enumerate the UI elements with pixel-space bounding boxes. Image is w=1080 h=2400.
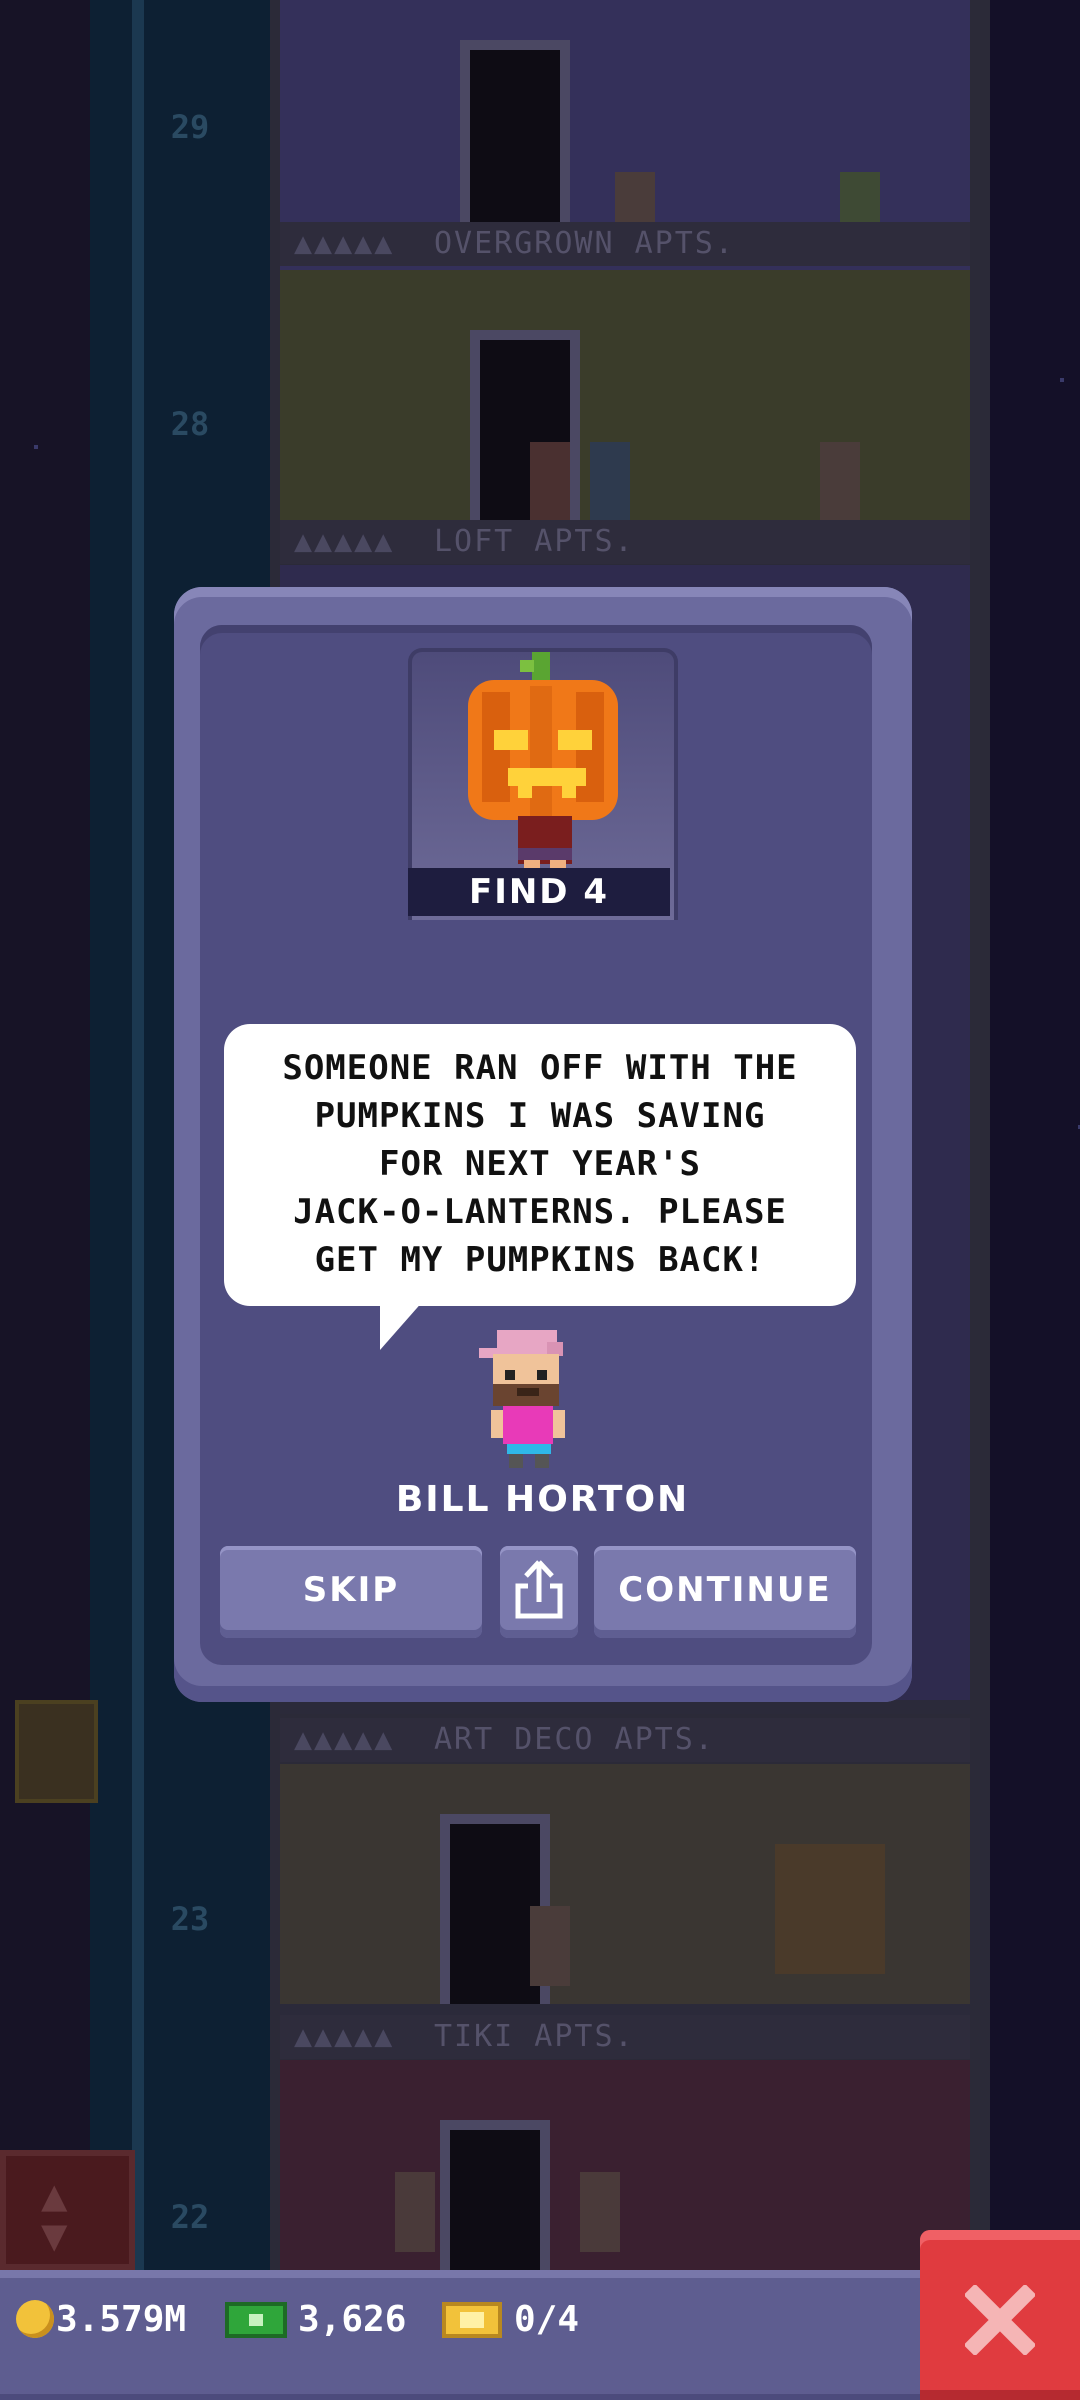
floor-number: 29 [170, 108, 210, 146]
elevator-up-down-button[interactable]: ▲ ▼ [0, 2150, 135, 2270]
speech-line: SOMEONE RAN OFF WITH THE [282, 1048, 798, 1088]
speech-line: JACK-O-LANTERNS. PLEASE [293, 1192, 787, 1232]
coin-icon [16, 2300, 54, 2338]
floor-label: ▲▲▲▲▲ ART DECO APTS. [280, 1718, 970, 1762]
floor-number: 28 [170, 405, 210, 443]
character-avatar [475, 1322, 585, 1472]
skip-button[interactable]: SKIP [220, 1546, 482, 1638]
star-decoration [1060, 378, 1064, 382]
floor-room[interactable] [280, 1764, 970, 2018]
sky-right [990, 0, 1080, 2270]
share-icon [515, 1560, 563, 1619]
floor-room[interactable] [280, 270, 970, 554]
speech-line: GET MY PUMPKINS BACK! [314, 1240, 766, 1280]
continue-button[interactable]: CONTINUE [594, 1546, 856, 1638]
bux-count[interactable]: 3,626 [298, 2290, 406, 2350]
floor-room[interactable] [280, 2060, 970, 2280]
star-decoration [34, 445, 38, 449]
sky-left [0, 0, 90, 2270]
coins-count[interactable]: 3.579M [56, 2290, 186, 2350]
close-icon [965, 2285, 1035, 2355]
floor-label: ▲▲▲▲▲ OVERGROWN APTS. [280, 222, 970, 266]
golden-ticket-icon [442, 2302, 502, 2338]
speech-line: FOR NEXT YEAR'S [378, 1144, 702, 1184]
floor-label: ▲▲▲▲▲ LOFT APTS. [280, 520, 970, 564]
character-name: BILL HORTON [395, 1479, 690, 1520]
speech-bubble-tail [380, 1300, 424, 1350]
floor-label: ▲▲▲▲▲ TIKI APTS. [280, 2015, 970, 2059]
floor-number: 22 [170, 2198, 210, 2236]
speech-line: PUMPKINS I WAS SAVING [314, 1096, 766, 1136]
tickets-count[interactable]: 0/4 [514, 2290, 579, 2350]
close-button[interactable] [920, 2230, 1080, 2400]
share-button[interactable] [500, 1546, 578, 1638]
speech-bubble: SOMEONE RAN OFF WITH THE PUMPKINS I WAS … [224, 1024, 856, 1306]
elevator-arrows-icon: ▲ ▼ [41, 2170, 68, 2261]
floor-number: 23 [170, 1900, 210, 1938]
side-bitizen-panel[interactable] [15, 1700, 98, 1803]
find-count-label: FIND 4 [408, 868, 670, 916]
tower-bux-icon [225, 2302, 287, 2338]
